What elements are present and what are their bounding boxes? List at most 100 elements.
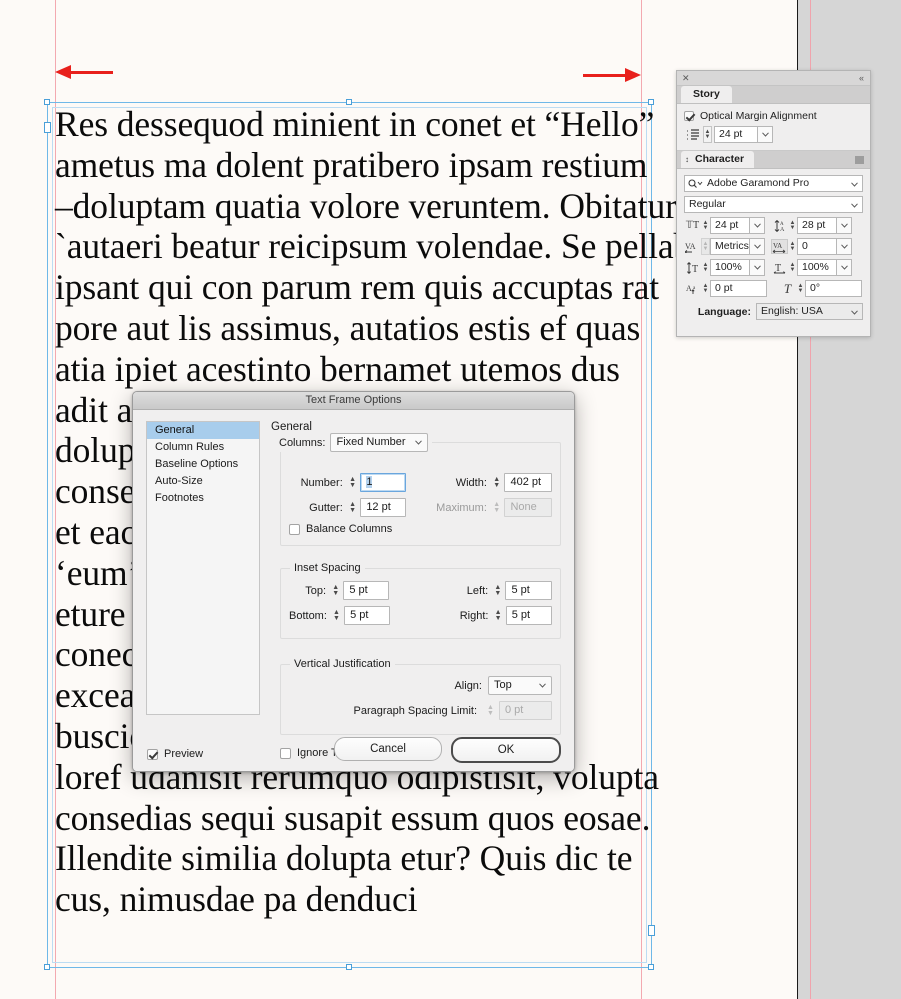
text-frame-options-dialog[interactable]: Text Frame Options General Column Rules …	[132, 391, 575, 772]
dialog-titlebar[interactable]: Text Frame Options	[133, 392, 574, 410]
baseline-shift-input[interactable]: 0 pt	[710, 280, 767, 297]
inset-left-stepper[interactable]: ▲ ▼	[493, 581, 503, 600]
columns-number-input[interactable]: 1	[360, 473, 407, 492]
frame-in-port[interactable]	[44, 122, 51, 133]
nav-item-baseline-options[interactable]: Baseline Options	[147, 456, 259, 473]
vj-spacing-limit-input: 0 pt	[499, 701, 552, 720]
svg-text:T: T	[775, 263, 781, 274]
story-section: Optical Margin Alignment ▲ ▼ 24 pt	[677, 104, 870, 151]
inset-left-input[interactable]: 5 pt	[505, 581, 552, 600]
nav-item-column-rules[interactable]: Column Rules	[147, 439, 259, 456]
columns-gutter-stepper[interactable]: ▲ ▼	[347, 498, 358, 517]
font-size-value: 24 pt	[715, 219, 739, 231]
columns-number-value: 1	[366, 476, 373, 488]
optical-size-input[interactable]: 24 pt	[714, 126, 758, 143]
tracking-stepper[interactable]: ▲ ▼	[788, 238, 797, 255]
leading-stepper[interactable]: ▲ ▼	[788, 217, 797, 234]
chevron-down-icon	[840, 223, 848, 228]
inset-spacing-legend: Inset Spacing	[290, 562, 365, 574]
collapse-panel-icon[interactable]: «	[859, 73, 864, 83]
columns-type-select[interactable]: Fixed Number	[330, 433, 429, 452]
vertical-scale-stepper[interactable]: ▲ ▼	[701, 259, 710, 276]
frame-handle-bottom-right[interactable]	[648, 964, 654, 970]
chevron-updown-icon[interactable]: ↕	[685, 156, 689, 164]
chevron-down-icon	[851, 310, 858, 315]
balance-columns-label: Balance Columns	[306, 523, 393, 535]
chevron-down-icon	[753, 223, 761, 228]
columns-width-stepper[interactable]: ▲ ▼	[491, 473, 502, 492]
left-arrow-annotation	[55, 65, 113, 79]
font-family-select[interactable]: Adobe Garamond Pro	[684, 175, 863, 192]
tracking-input[interactable]: 0	[797, 238, 837, 255]
vertical-scale-input[interactable]: 100%	[710, 259, 750, 276]
frame-handle-top-left[interactable]	[44, 99, 50, 105]
story-line: cus, nimusdae pa denduci	[55, 879, 418, 919]
optical-margin-checkbox[interactable]	[684, 111, 694, 121]
font-size-input[interactable]: 24 pt	[710, 217, 750, 234]
panel-menu-icon[interactable]	[855, 156, 864, 164]
nav-item-footnotes[interactable]: Footnotes	[147, 490, 259, 507]
optical-margin-icon	[684, 127, 701, 142]
horizontal-scale-stepper[interactable]: ▲ ▼	[788, 259, 797, 276]
vertical-scale-dropdown[interactable]	[750, 259, 765, 276]
frame-handle-bottom-center[interactable]	[346, 964, 352, 970]
leading-dropdown[interactable]	[837, 217, 852, 234]
baseline-shift-stepper[interactable]: ▲ ▼	[701, 280, 710, 297]
columns-width-input[interactable]: 402 pt	[504, 473, 553, 492]
nav-item-general[interactable]: General	[147, 422, 259, 439]
font-family-row[interactable]: Adobe Garamond Pro	[684, 175, 863, 192]
font-style-row[interactable]: Regular	[684, 196, 863, 213]
story-line: atia ipiet acestinto bernamet utemos dus	[55, 349, 620, 389]
tab-character[interactable]: Character	[681, 151, 755, 168]
close-icon[interactable]: ✕	[682, 73, 690, 83]
ignore-text-wrap-checkbox[interactable]	[280, 747, 291, 759]
language-label: Language:	[697, 305, 751, 318]
leading-input[interactable]: 28 pt	[797, 217, 837, 234]
columns-width-value: 402 pt	[510, 476, 542, 488]
vj-align-select[interactable]: Top	[488, 676, 552, 695]
inset-bottom-stepper[interactable]: ▲ ▼	[331, 606, 342, 625]
vertical-scale-value: 100%	[715, 261, 742, 273]
optical-size-dropdown[interactable]	[758, 126, 773, 143]
vj-spacing-limit-stepper: ▲ ▼	[485, 701, 496, 720]
preview-row[interactable]: Preview	[147, 748, 203, 760]
tab-story[interactable]: Story	[681, 86, 732, 103]
story-line: ametus ma dolent pratibero ipsam restium	[55, 145, 648, 185]
dialog-nav-list[interactable]: General Column Rules Baseline Options Au…	[146, 421, 260, 715]
nav-item-auto-size[interactable]: Auto-Size	[147, 473, 259, 490]
character-accordion-header[interactable]: Character ↕	[677, 151, 870, 169]
docked-panel[interactable]: ✕ « Story Optical Margin Alignment ▲ ▼ 24…	[676, 70, 871, 337]
preview-checkbox[interactable]	[147, 748, 158, 760]
character-section: Adobe Garamond Pro Regular 𝕋T ▲ ▼ 24 pt A…	[677, 169, 870, 327]
inset-top-input[interactable]: 5 pt	[343, 581, 389, 600]
balance-columns-checkbox[interactable]	[289, 523, 300, 535]
columns-gutter-value: 12 pt	[366, 501, 391, 513]
ok-button[interactable]: OK	[451, 737, 561, 763]
right-arrow-head-icon	[625, 68, 641, 82]
columns-number-stepper[interactable]: ▲ ▼	[347, 473, 358, 492]
font-size-dropdown[interactable]	[750, 217, 765, 234]
skew-stepper[interactable]: ▲ ▼	[796, 280, 805, 297]
kerning-dropdown[interactable]	[750, 238, 765, 255]
skew-input[interactable]: 0°	[805, 280, 862, 297]
kerning-input[interactable]: Metrics	[710, 238, 750, 255]
frame-out-port[interactable]	[648, 925, 655, 936]
cancel-button[interactable]: Cancel	[334, 737, 442, 761]
inset-right-stepper[interactable]: ▲ ▼	[493, 606, 503, 625]
frame-handle-bottom-left[interactable]	[44, 964, 50, 970]
language-select[interactable]: English: USA	[756, 303, 863, 320]
horizontal-scale-dropdown[interactable]	[837, 259, 852, 276]
inset-bottom-input[interactable]: 5 pt	[344, 606, 390, 625]
inset-top-stepper[interactable]: ▲ ▼	[331, 581, 341, 600]
font-size-stepper[interactable]: ▲ ▼	[701, 217, 710, 234]
inset-right-input[interactable]: 5 pt	[505, 606, 552, 625]
tracking-dropdown[interactable]	[837, 238, 852, 255]
font-style-select[interactable]: Regular	[684, 196, 863, 213]
optical-size-stepper[interactable]: ▲ ▼	[703, 126, 712, 143]
optical-margin-row[interactable]: Optical Margin Alignment	[684, 110, 863, 122]
baseline-skew-row: Aa ▲ ▼ 0 pt T ▲ ▼ 0°	[684, 280, 863, 297]
columns-gutter-input[interactable]: 12 pt	[360, 498, 407, 517]
tracking-value: 0	[802, 240, 808, 252]
horizontal-scale-value: 100%	[802, 261, 829, 273]
horizontal-scale-input[interactable]: 100%	[797, 259, 837, 276]
